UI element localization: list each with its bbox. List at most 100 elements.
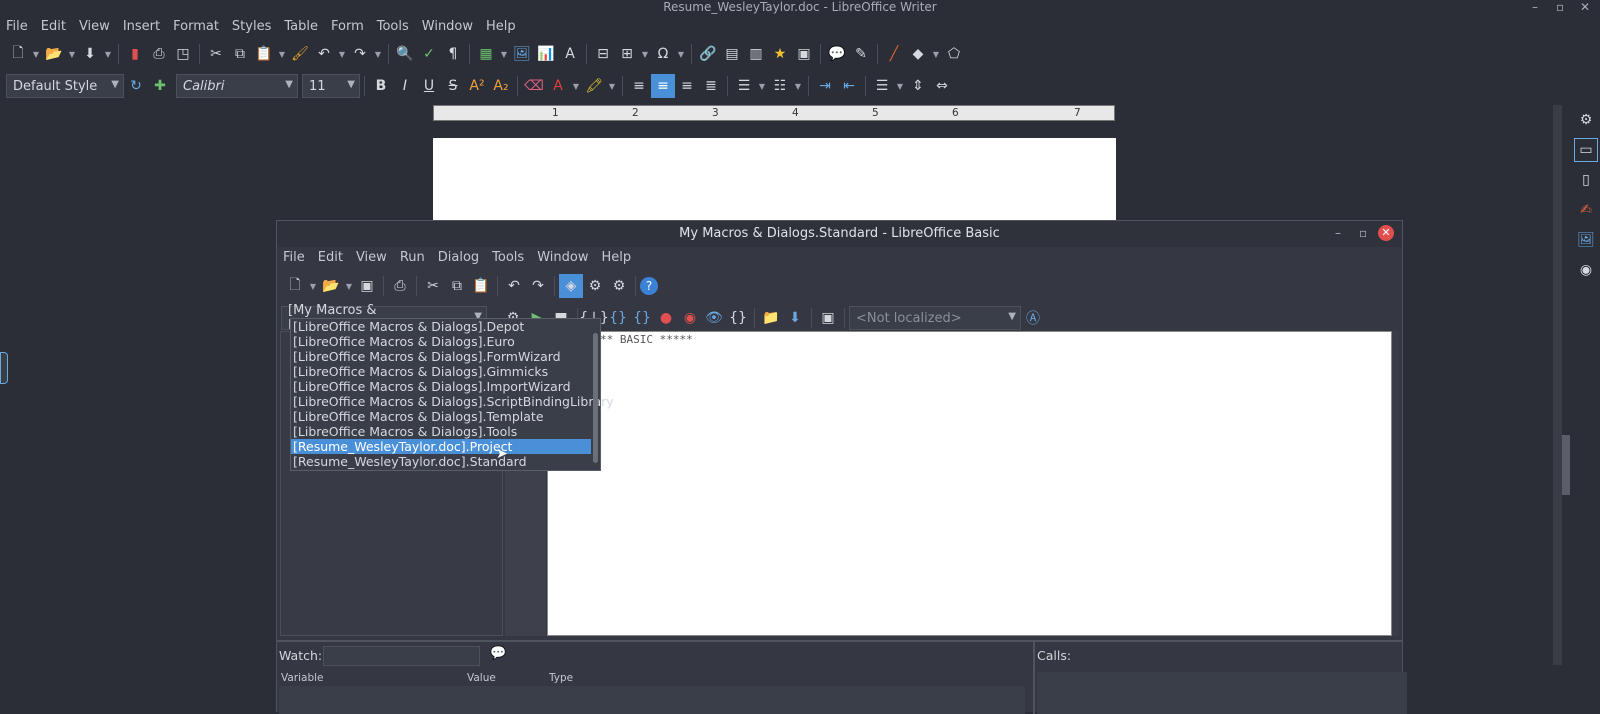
code-editor[interactable]: ** BASIC ***** xyxy=(547,331,1392,636)
insert-table-icon[interactable]: ▦ xyxy=(474,42,498,66)
chevron-down-icon[interactable]: ▼ xyxy=(570,74,582,98)
library-option[interactable]: [LibreOffice Macros & Dialogs].Euro xyxy=(291,334,591,349)
track-changes-icon[interactable]: ✎ xyxy=(849,42,873,66)
basic-menu-tools[interactable]: Tools xyxy=(486,247,531,269)
paragraph-style-select[interactable]: Default Style ▼ xyxy=(6,74,124,98)
increase-indent-icon[interactable]: ⇥ xyxy=(813,74,837,98)
font-size-select[interactable]: 11 ▼ xyxy=(302,74,360,98)
paste-icon[interactable]: 📋 xyxy=(252,42,276,66)
comment-icon[interactable]: 💬 xyxy=(825,42,849,66)
menu-styles[interactable]: Styles xyxy=(226,16,278,38)
menu-file[interactable]: File xyxy=(0,16,35,38)
basic-menu-file[interactable]: File xyxy=(277,247,312,269)
redo-icon[interactable]: ↷ xyxy=(526,274,550,298)
breakpoint-icon[interactable]: ● xyxy=(654,306,678,330)
library-option[interactable]: [LibreOffice Macros & Dialogs].Template xyxy=(291,409,591,424)
insert-image-icon[interactable]: 🖼 xyxy=(510,42,534,66)
menu-tools[interactable]: Tools xyxy=(371,16,416,38)
insert-textbox-icon[interactable]: A xyxy=(558,42,582,66)
column-variable[interactable]: Variable xyxy=(281,672,324,684)
chevron-down-icon[interactable]: ▼ xyxy=(372,42,384,66)
align-center-icon[interactable]: ≡ xyxy=(651,74,675,98)
basic-menu-edit[interactable]: Edit xyxy=(312,247,350,269)
chevron-down-icon[interactable]: ▼ xyxy=(498,42,510,66)
step-over-icon[interactable]: {} xyxy=(606,306,630,330)
ordered-list-icon[interactable]: ☷ xyxy=(768,74,792,98)
dropdown-scrollbar[interactable] xyxy=(593,333,598,463)
organizer-icon[interactable]: ⚙ xyxy=(607,274,631,298)
styles-icon[interactable]: ✍ xyxy=(1574,198,1598,222)
gear-icon[interactable]: ⚙ xyxy=(1574,108,1598,132)
close-icon[interactable]: ✕ xyxy=(1580,0,1590,14)
save-icon[interactable]: ▣ xyxy=(355,274,379,298)
export-basic-icon[interactable]: ⬇ xyxy=(783,306,807,330)
italic-icon[interactable]: I xyxy=(393,74,417,98)
clone-formatting-icon[interactable]: 🖌 xyxy=(288,42,312,66)
watch-table[interactable] xyxy=(279,686,1025,714)
menu-edit[interactable]: Edit xyxy=(35,16,73,38)
cut-icon[interactable]: ✂ xyxy=(204,42,228,66)
undo-icon[interactable]: ↶ xyxy=(312,42,336,66)
basic-shapes-icon[interactable]: ◆ xyxy=(906,42,930,66)
strikethrough-icon[interactable]: S xyxy=(441,74,465,98)
cut-icon[interactable]: ✂ xyxy=(421,274,445,298)
chevron-down-icon[interactable]: ▼ xyxy=(756,74,768,98)
paste-icon[interactable]: 📋 xyxy=(469,274,493,298)
insert-chart-icon[interactable]: 📊 xyxy=(534,42,558,66)
open-folder-icon[interactable]: 📂 xyxy=(319,274,343,298)
sidebar-splitter[interactable] xyxy=(1562,435,1570,495)
column-value[interactable]: Value xyxy=(467,672,496,684)
chevron-down-icon[interactable]: ▼ xyxy=(930,42,942,66)
paragraph-indent-icon[interactable]: ⇔ xyxy=(930,74,954,98)
bold-icon[interactable]: B xyxy=(369,74,393,98)
menu-view[interactable]: View xyxy=(73,16,117,38)
chevron-down-icon[interactable]: ▼ xyxy=(894,74,906,98)
chevron-down-icon[interactable]: ▼ xyxy=(606,74,618,98)
copy-icon[interactable]: ⧉ xyxy=(228,42,252,66)
pane-divider[interactable] xyxy=(1033,642,1035,714)
copy-icon[interactable]: ⧉ xyxy=(445,274,469,298)
navigator-icon[interactable]: ◉ xyxy=(1574,258,1598,282)
select-module-icon[interactable]: ◈ xyxy=(559,274,583,298)
column-type[interactable]: Type xyxy=(549,672,573,684)
minimize-icon[interactable]: – xyxy=(1532,0,1538,14)
library-option[interactable]: [Resume_WesleyTaylor.doc].Standard xyxy=(291,454,591,469)
unordered-list-icon[interactable]: ☰ xyxy=(732,74,756,98)
new-document-icon[interactable]: 🗋 xyxy=(6,42,30,66)
menu-insert[interactable]: Insert xyxy=(117,16,167,38)
update-style-icon[interactable]: ↻ xyxy=(124,74,148,98)
library-option[interactable]: [LibreOffice Macros & Dialogs].ImportWiz… xyxy=(291,379,591,394)
basic-menu-dialog[interactable]: Dialog xyxy=(432,247,486,269)
manage-language-icon[interactable]: Ⓐ xyxy=(1021,306,1045,330)
line-spacing-icon[interactable]: ☰ xyxy=(870,74,894,98)
align-right-icon[interactable]: ≡ xyxy=(675,74,699,98)
properties-icon[interactable]: ▭ xyxy=(1574,138,1598,162)
font-name-select[interactable]: Calibri ▼ xyxy=(176,74,298,98)
chevron-down-icon[interactable]: ▼ xyxy=(792,74,804,98)
menu-help[interactable]: Help xyxy=(480,16,523,38)
gallery-icon[interactable]: 🖼 xyxy=(1574,228,1598,252)
formatting-marks-icon[interactable]: ¶ xyxy=(441,42,465,66)
justify-icon[interactable]: ≣ xyxy=(699,74,723,98)
highlight-icon[interactable]: 🖍 xyxy=(582,74,606,98)
chevron-down-icon[interactable]: ▼ xyxy=(343,274,355,298)
insert-field-icon[interactable]: ⊞ xyxy=(615,42,639,66)
export-pdf-icon[interactable]: ▮ xyxy=(123,42,147,66)
decrease-indent-icon[interactable]: ⇤ xyxy=(837,74,861,98)
clear-formatting-icon[interactable]: ⌫ xyxy=(522,74,546,98)
line-icon[interactable]: ╱ xyxy=(882,42,906,66)
library-option-selected[interactable]: [Resume_WesleyTaylor.doc].Project xyxy=(291,439,591,454)
remove-watch-icon[interactable]: 💬 xyxy=(490,646,506,661)
sidebar-expander-handle[interactable] xyxy=(0,352,8,384)
new-document-icon[interactable]: 🗋 xyxy=(283,274,307,298)
chevron-down-icon[interactable]: ▼ xyxy=(30,42,42,66)
step-out-icon[interactable]: {} xyxy=(630,306,654,330)
vertical-scrollbar[interactable] xyxy=(1553,105,1562,665)
subscript-icon[interactable]: A₂ xyxy=(489,74,513,98)
menu-form[interactable]: Form xyxy=(325,16,371,38)
manage-breakpoints-icon[interactable]: ◉ xyxy=(678,306,702,330)
library-option[interactable]: [LibreOffice Macros & Dialogs].FormWizar… xyxy=(291,349,591,364)
chevron-down-icon[interactable]: ▼ xyxy=(336,42,348,66)
align-left-icon[interactable]: ≡ xyxy=(627,74,651,98)
new-style-icon[interactable]: ✚ xyxy=(148,74,172,98)
